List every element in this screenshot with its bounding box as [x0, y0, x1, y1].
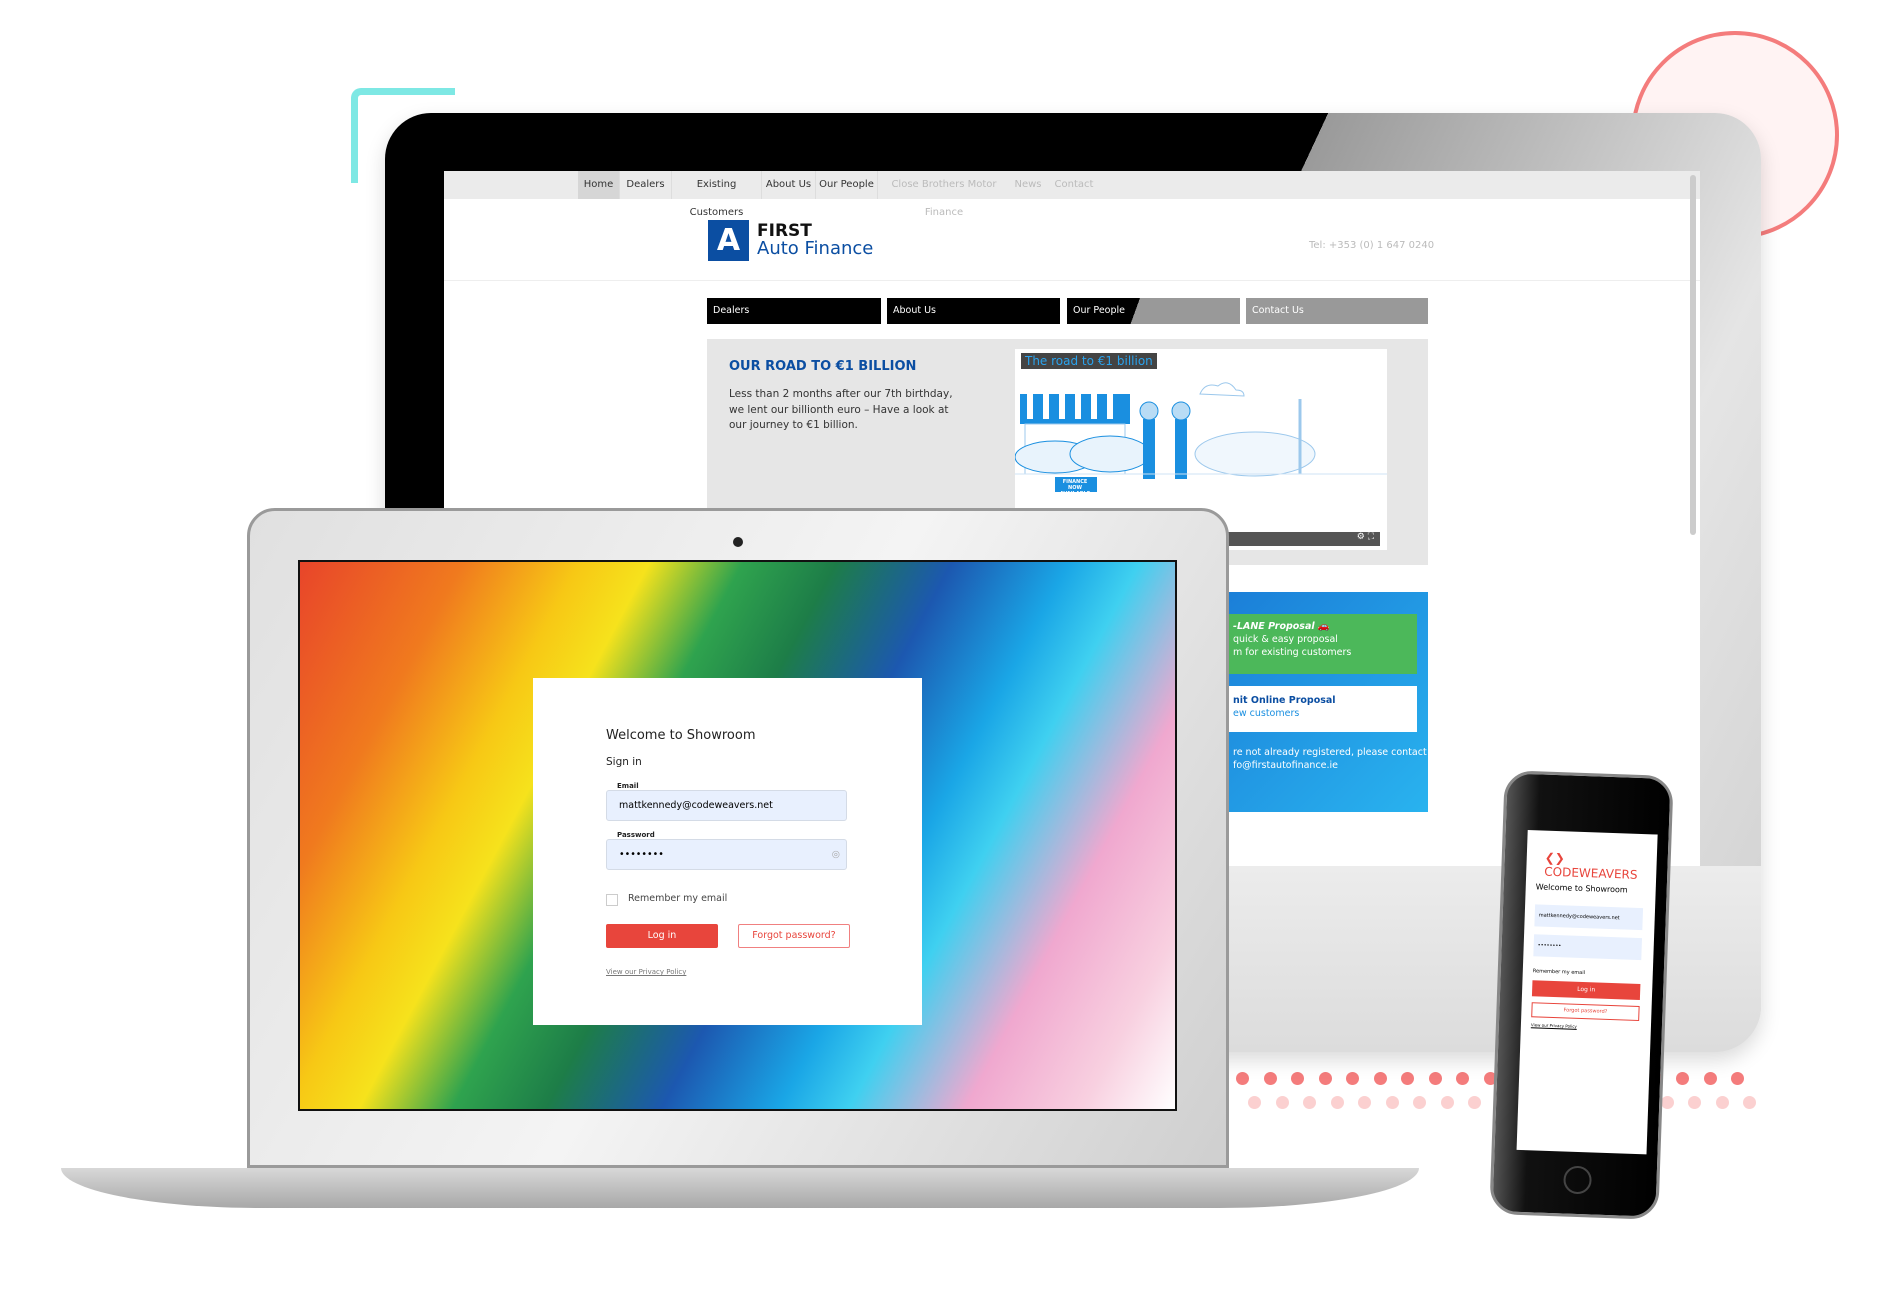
phone-privacy-link[interactable]: View our Privacy Policy [1531, 1022, 1577, 1029]
video-title: The road to €1 billion [1021, 353, 1157, 369]
online-proposal[interactable]: nit Online Proposal ew customers [1229, 686, 1417, 732]
fastlane-title: -LANE Proposal [1233, 621, 1315, 632]
dot [1291, 1072, 1304, 1085]
forgot-password-button[interactable]: Forgot password? [738, 924, 850, 948]
fastlane-line2: m for existing customers [1233, 647, 1352, 658]
nav-close-brothers[interactable]: Close Brothers Motor Finance [884, 171, 1004, 218]
dot [1428, 1072, 1442, 1085]
password-value: •••••••• [619, 849, 664, 860]
tab-contact-us[interactable]: Contact Us [1246, 298, 1428, 324]
nav-dealers[interactable]: Dealers [620, 171, 672, 199]
telephone: Tel: +353 (0) 1 647 0240 [1309, 240, 1435, 251]
fastlane-proposal[interactable]: -LANE Proposal 🚗 quick & easy proposal m f… [1229, 614, 1417, 674]
dot [1456, 1072, 1469, 1085]
phone-screen: ❮❯ CODEWEAVERS Welcome to Showroom mattk… [1516, 830, 1658, 1155]
remember-checkbox[interactable] [606, 894, 618, 906]
nav-news[interactable]: News [1010, 171, 1046, 199]
dot [1263, 1072, 1277, 1085]
dot [1385, 1096, 1399, 1109]
logo-letter: A [716, 223, 741, 258]
login-title: Welcome to Showroom [606, 728, 756, 743]
contact-line1: re not already registered, please contac… [1233, 747, 1427, 758]
phone-remember[interactable]: Remember my email [1533, 968, 1585, 976]
online-title: nit Online Proposal [1233, 695, 1336, 706]
dot [1358, 1096, 1371, 1109]
phone-forgot-button[interactable]: Forgot password? [1531, 1002, 1640, 1022]
dot [1703, 1072, 1717, 1085]
dot [1330, 1096, 1344, 1109]
nav-contact[interactable]: Contact [1052, 171, 1096, 199]
codeweavers-logo: ❮❯ CODEWEAVERS [1544, 851, 1657, 883]
tab-our-people[interactable]: Our People [1067, 298, 1240, 324]
tab-dealers[interactable]: Dealers [707, 298, 881, 324]
online-sub: ew customers [1233, 708, 1300, 719]
nav-our-people[interactable]: Our People [816, 171, 878, 199]
contact-email[interactable]: fo@firstautofinance.ie [1233, 760, 1338, 771]
finance-sign: FINANCE NOW AVAILABLE [1059, 479, 1091, 497]
dot [1676, 1072, 1689, 1085]
fastlane-line1: quick & easy proposal [1233, 634, 1338, 645]
laptop-base [61, 1168, 1419, 1208]
smartphone: ❮❯ CODEWEAVERS Welcome to Showroom mattk… [1489, 770, 1674, 1220]
tab-about-us[interactable]: About Us [887, 298, 1060, 324]
login-button[interactable]: Log in [606, 924, 718, 948]
car-icon: 🚗 [1317, 621, 1330, 632]
dot [1248, 1096, 1261, 1109]
dot [1715, 1096, 1729, 1109]
dot [1440, 1096, 1454, 1109]
logo-icon[interactable]: A [708, 220, 749, 261]
contact-text: re not already registered, please contac… [1233, 746, 1427, 772]
email-input[interactable]: mattkennedy@codeweavers.net [606, 790, 847, 821]
webcam [733, 537, 743, 547]
codeweavers-icon: ❮❯ [1544, 850, 1566, 866]
nav-about-us[interactable]: About Us [762, 171, 816, 199]
feature-text: Less than 2 months after our 7th birthda… [729, 388, 953, 431]
phone-password-input[interactable]: •••••••• [1533, 934, 1643, 961]
password-input[interactable]: •••••••• ◎ [606, 839, 847, 870]
phone-login-title: Welcome to Showroom [1535, 882, 1628, 895]
privacy-link[interactable]: View our Privacy Policy [606, 968, 686, 976]
settings-icon[interactable]: ⚙ ⛶ [1357, 532, 1374, 542]
divider [444, 280, 1700, 281]
dot [1346, 1072, 1359, 1085]
scrollbar[interactable] [1690, 175, 1696, 535]
dot [1731, 1072, 1744, 1085]
dot [1743, 1096, 1756, 1109]
dot [1413, 1096, 1426, 1109]
feature-title: OUR ROAD TO €1 BILLION [729, 359, 917, 374]
dot [1373, 1072, 1387, 1085]
remember-label: Remember my email [628, 893, 728, 904]
nav-home[interactable]: Home [578, 171, 620, 199]
brand-line2: Auto Finance [757, 238, 874, 259]
brand-text: CODEWEAVERS [1544, 864, 1638, 882]
nav-existing-customers[interactable]: Existing Customers [672, 171, 762, 218]
dot [1236, 1072, 1249, 1085]
home-button[interactable] [1563, 1165, 1593, 1195]
password-label: Password [615, 831, 657, 839]
dot [1688, 1096, 1701, 1109]
sign-in-label: Sign in [606, 756, 642, 768]
dot [1401, 1072, 1414, 1085]
proposal-panel: -LANE Proposal 🚗 quick & easy proposal m f… [1229, 592, 1428, 812]
dot [1303, 1096, 1316, 1109]
email-label: Email [615, 782, 641, 790]
phone-login-button[interactable]: Log in [1531, 980, 1641, 1001]
top-nav: Home Dealers Existing Customers About Us… [444, 171, 1700, 218]
dot [1468, 1096, 1481, 1109]
dot [1275, 1096, 1289, 1109]
dot [1318, 1072, 1332, 1085]
phone-email-input[interactable]: mattkennedy@codeweavers.net [1534, 904, 1644, 931]
eye-slash-icon[interactable]: ◎ [832, 840, 840, 869]
login-card: Welcome to Showroom Sign in mattkennedy@… [533, 678, 922, 1025]
